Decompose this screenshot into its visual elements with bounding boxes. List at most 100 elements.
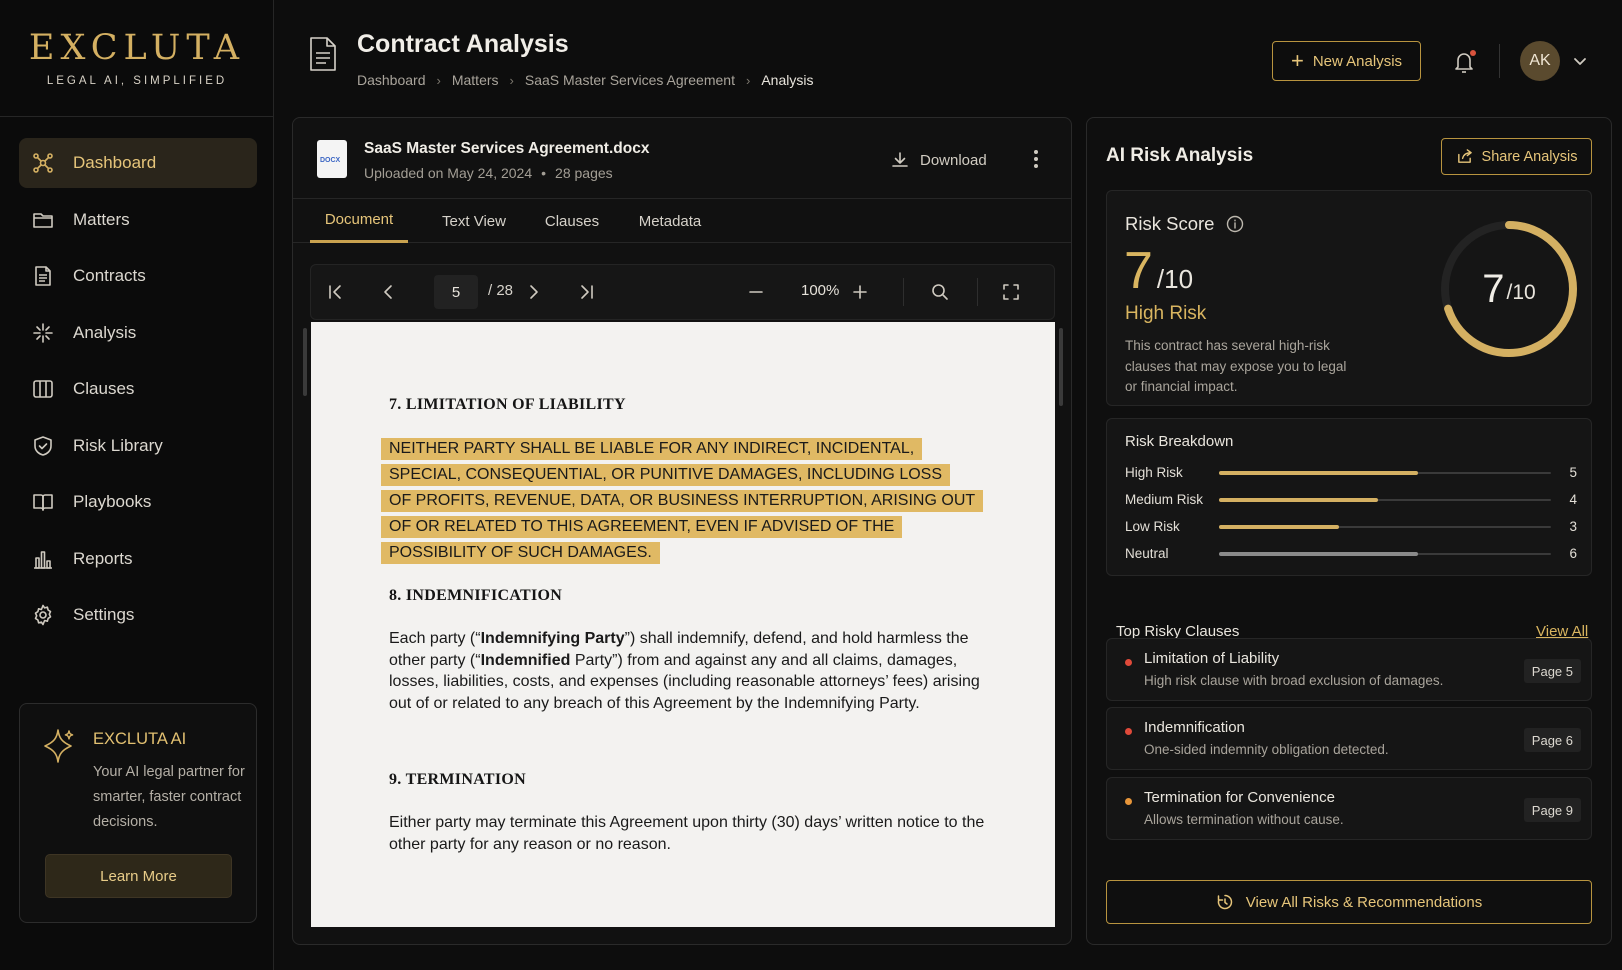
highlight-line: OF OR RELATED TO THIS AGREEMENT, EVEN IF… xyxy=(381,516,903,538)
sidebar-item-label: Analysis xyxy=(73,322,137,342)
sidebar: EXCLUTA LEGAL AI, SIMPLIFIED Dashboard M… xyxy=(0,0,274,970)
highlighted-clause[interactable]: NEITHER PARTY SHALL BE LIABLE FOR ANY IN… xyxy=(381,438,984,568)
tab-text-view[interactable]: Text View xyxy=(428,199,520,243)
page-number-input[interactable]: 5 xyxy=(434,275,478,309)
new-analysis-label: New Analysis xyxy=(1312,52,1403,70)
clause-title: Indemnification xyxy=(1144,719,1245,736)
promo-title: EXCLUTA AI xyxy=(93,730,187,748)
tab-clauses[interactable]: Clauses xyxy=(536,199,608,243)
zoom-out-icon[interactable] xyxy=(745,281,767,303)
sidebar-item-risk-library[interactable]: Risk Library xyxy=(19,421,257,471)
risk-score-value: 7/10 xyxy=(1124,242,1194,300)
breakdown-value: 5 xyxy=(1569,465,1577,480)
page-badge[interactable]: Page 6 xyxy=(1523,728,1581,752)
more-options-icon[interactable] xyxy=(1031,146,1041,172)
document-panel: DOCX SaaS Master Services Agreement.docx… xyxy=(292,117,1072,945)
page-total: / 28 xyxy=(488,282,514,299)
breakdown-bar xyxy=(1219,471,1551,475)
page-count: 28 pages xyxy=(555,165,613,181)
columns-icon xyxy=(31,377,55,401)
chevron-right-icon: › xyxy=(509,72,514,88)
highlight-line: NEITHER PARTY SHALL BE LIABLE FOR ANY IN… xyxy=(381,438,923,460)
first-page-icon[interactable] xyxy=(325,281,347,303)
risky-clause-item[interactable]: Indemnification One-sided indemnity obli… xyxy=(1106,707,1592,770)
last-page-icon[interactable] xyxy=(575,281,597,303)
sidebar-item-analysis[interactable]: Analysis xyxy=(19,308,257,358)
breakdown-bar xyxy=(1219,525,1551,529)
tab-document[interactable]: Document xyxy=(310,199,408,243)
clause-description: Allows termination without cause. xyxy=(1144,812,1344,827)
bar-chart-icon xyxy=(31,547,55,571)
share-analysis-button[interactable]: Share Analysis xyxy=(1441,138,1592,175)
breakdown-label: Medium Risk xyxy=(1125,492,1204,507)
new-analysis-button[interactable]: + New Analysis xyxy=(1272,41,1421,81)
download-button[interactable]: Download xyxy=(890,148,987,172)
risk-description: This contract has several high-risk clau… xyxy=(1125,338,1347,394)
sidebar-item-reports[interactable]: Reports xyxy=(19,534,257,584)
breakdown-row: High Risk 5 xyxy=(1125,463,1577,483)
breakdown-row: Medium Risk 4 xyxy=(1125,490,1577,510)
gauge-label: 7/10 xyxy=(1482,266,1536,311)
scrollbar[interactable] xyxy=(303,328,307,396)
clause-description: One-sided indemnity obligation detected. xyxy=(1144,742,1389,757)
promo-text: Your AI legal partner for smarter, faste… xyxy=(93,764,245,830)
breadcrumb-dashboard[interactable]: Dashboard xyxy=(357,72,426,88)
avatar[interactable]: AK xyxy=(1520,41,1560,81)
document-tabs: Document Text View Clauses Metadata xyxy=(293,198,1071,243)
panel-title: AI Risk Analysis xyxy=(1106,145,1254,166)
risk-score-label: Risk Score xyxy=(1125,213,1244,235)
breakdown-label: High Risk xyxy=(1125,465,1183,480)
sidebar-item-settings[interactable]: Settings xyxy=(19,590,257,640)
search-icon[interactable] xyxy=(929,281,951,303)
breadcrumb-matters[interactable]: Matters xyxy=(452,72,499,88)
fullscreen-icon[interactable] xyxy=(1000,281,1022,303)
breakdown-row: Neutral 6 xyxy=(1125,544,1577,564)
risky-clause-item[interactable]: Termination for Convenience Allows termi… xyxy=(1106,777,1592,840)
sidebar-item-playbooks[interactable]: Playbooks xyxy=(19,477,257,527)
page-title: Contract Analysis xyxy=(357,30,569,58)
sparkle-icon xyxy=(31,321,55,345)
docx-file-icon: DOCX xyxy=(317,140,347,178)
breakdown-bar-fill xyxy=(1219,471,1419,475)
zoom-in-icon[interactable] xyxy=(849,281,871,303)
learn-more-button[interactable]: Learn More xyxy=(45,854,232,898)
sidebar-item-label: Settings xyxy=(73,605,135,624)
risk-dot xyxy=(1125,798,1132,805)
sidebar-nav: Dashboard Matters Contracts Analysis Cla… xyxy=(19,138,257,647)
page-badge[interactable]: Page 9 xyxy=(1523,798,1581,822)
page-badge[interactable]: Page 5 xyxy=(1523,659,1581,683)
logo-wordmark: EXCLUTA xyxy=(28,28,246,68)
sidebar-item-dashboard[interactable]: Dashboard xyxy=(19,138,257,188)
document-toolbar: 5 / 28 100% xyxy=(310,264,1055,320)
breadcrumb: Dashboard › Matters › SaaS Master Servic… xyxy=(357,72,813,88)
breakdown-bar xyxy=(1219,552,1551,556)
share-label: Share Analysis xyxy=(1481,148,1578,165)
risky-clause-item[interactable]: Limitation of Liability High risk clause… xyxy=(1106,638,1592,701)
risk-breakdown-card: Risk Breakdown High Risk 5 Medium Risk 4 Low… xyxy=(1106,418,1592,576)
notification-dot xyxy=(1470,50,1476,56)
view-all-risks-label: View All Risks & Recommendations xyxy=(1245,893,1483,911)
scrollbar[interactable] xyxy=(1059,328,1063,406)
view-all-risks-button[interactable]: View All Risks & Recommendations xyxy=(1106,880,1592,924)
logo-tagline: LEGAL AI, SIMPLIFIED xyxy=(46,75,228,87)
sidebar-item-matters[interactable]: Matters xyxy=(19,195,257,245)
highlight-line: POSSIBILITY OF SUCH DAMAGES. xyxy=(381,542,660,564)
risk-dot xyxy=(1125,728,1132,735)
section-heading: 8. INDEMNIFICATION xyxy=(389,587,563,604)
chevron-down-icon[interactable] xyxy=(1572,53,1588,69)
sidebar-item-label: Reports xyxy=(73,548,133,568)
previous-page-icon[interactable] xyxy=(378,281,400,303)
folder-icon xyxy=(31,208,55,232)
breakdown-bar-fill xyxy=(1219,552,1419,556)
logo[interactable]: EXCLUTA LEGAL AI, SIMPLIFIED xyxy=(0,0,274,117)
next-page-icon[interactable] xyxy=(522,281,544,303)
sidebar-item-label: Risk Library xyxy=(73,435,163,455)
breakdown-value: 3 xyxy=(1569,519,1577,534)
tab-metadata[interactable]: Metadata xyxy=(628,199,712,243)
breadcrumb-agreement[interactable]: SaaS Master Services Agreement xyxy=(525,72,735,88)
risk-level: High Risk xyxy=(1125,303,1207,324)
highlight-line: OF PROFITS, REVENUE, DATA, OR BUSINESS I… xyxy=(381,490,984,512)
toolbar-divider xyxy=(977,278,978,306)
sidebar-item-contracts[interactable]: Contracts xyxy=(19,251,257,301)
sidebar-item-clauses[interactable]: Clauses xyxy=(19,364,257,414)
